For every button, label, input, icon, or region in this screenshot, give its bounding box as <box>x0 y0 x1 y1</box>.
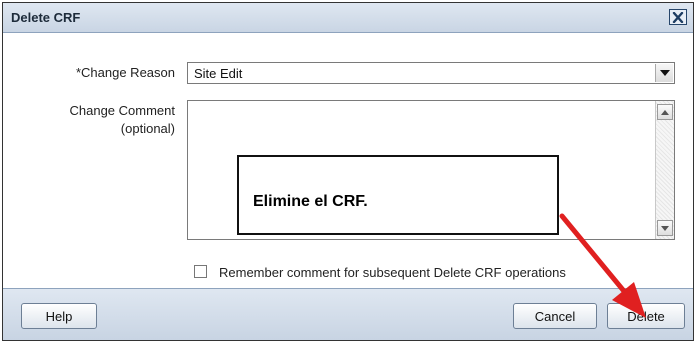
cancel-button[interactable]: Cancel <box>513 303 597 329</box>
remember-comment-label: Remember comment for subsequent Delete C… <box>219 265 566 280</box>
scroll-down-button[interactable] <box>657 220 673 236</box>
delete-crf-dialog: Delete CRF *Change Reason Site Edit Chan… <box>2 2 694 341</box>
dropdown-arrow[interactable] <box>655 64 673 82</box>
change-reason-select[interactable]: Site Edit <box>187 62 675 84</box>
close-icon <box>672 11 684 23</box>
change-comment-label: Change Comment <box>69 103 176 118</box>
scroll-down-icon <box>661 225 669 231</box>
dialog-title: Delete CRF <box>11 10 81 25</box>
delete-button[interactable]: Delete <box>607 303 685 329</box>
scroll-up-icon <box>661 109 669 115</box>
close-button[interactable] <box>669 9 687 25</box>
scroll-up-button[interactable] <box>657 104 673 120</box>
chevron-down-icon <box>659 70 670 76</box>
change-reason-label: *Change Reason <box>75 65 175 80</box>
callout-text: Elimine el CRF. <box>253 193 368 210</box>
help-button[interactable]: Help <box>21 303 97 329</box>
change-comment-optional-label: (optional) <box>120 121 175 136</box>
dialog-titlebar: Delete CRF <box>3 3 693 33</box>
remember-comment-checkbox[interactable] <box>194 265 207 278</box>
annotation-callout: Elimine el CRF. <box>237 155 559 235</box>
dialog-footer: Help Cancel Delete <box>3 288 693 340</box>
change-reason-value: Site Edit <box>194 66 243 81</box>
comment-scrollbar[interactable] <box>655 101 674 239</box>
